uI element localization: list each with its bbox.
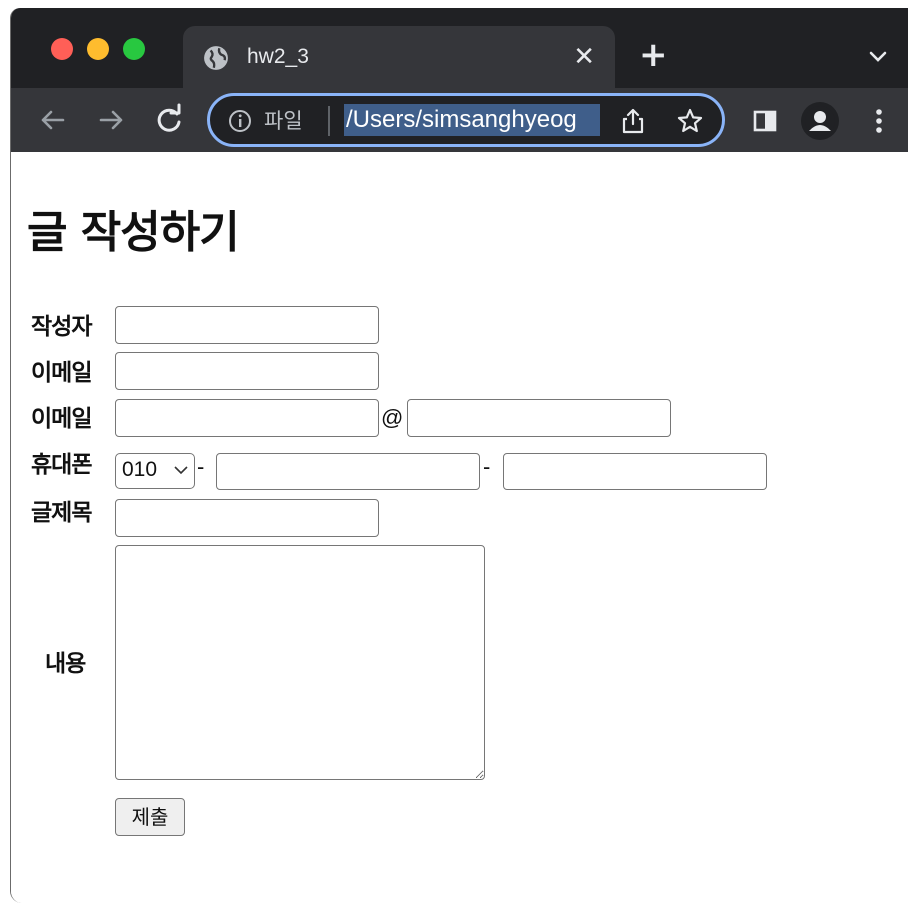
tab-close-icon[interactable]: ✕ bbox=[573, 42, 595, 72]
content-textarea[interactable] bbox=[115, 545, 485, 780]
phone-dash: - bbox=[483, 454, 491, 479]
phone-dash: - bbox=[197, 454, 205, 479]
forward-arrow-icon[interactable] bbox=[93, 102, 129, 138]
phone-prefix-select[interactable]: 010 bbox=[115, 453, 195, 489]
chevron-down-icon[interactable] bbox=[867, 46, 889, 68]
email-at-sign: @ bbox=[381, 405, 404, 430]
email-id-input[interactable] bbox=[115, 399, 379, 437]
page-content: 글 작성하기 작성자 이메일 이메일 @ 휴대폰 010 - - 글제목 내용 … bbox=[11, 152, 908, 903]
profile-avatar-icon[interactable] bbox=[801, 102, 839, 140]
file-scheme-label: 파일 bbox=[264, 109, 303, 133]
author-label: 작성자 bbox=[31, 314, 92, 340]
side-panel-icon[interactable] bbox=[753, 110, 777, 132]
content-label: 내용 bbox=[45, 651, 86, 677]
chevron-down-icon bbox=[174, 466, 188, 475]
bookmark-star-icon[interactable] bbox=[676, 107, 704, 135]
author-input[interactable] bbox=[115, 306, 379, 344]
submit-button[interactable]: 제출 bbox=[115, 798, 185, 836]
tab-title: hw2_3 bbox=[247, 45, 309, 68]
email-input[interactable] bbox=[115, 352, 379, 390]
page-title: 글 작성하기 bbox=[27, 207, 240, 258]
address-bar[interactable]: 파일 /Users/simsanghyeog bbox=[207, 93, 725, 147]
reload-icon[interactable] bbox=[151, 102, 187, 138]
browser-toolbar: 파일 /Users/simsanghyeog bbox=[11, 88, 908, 152]
address-separator bbox=[328, 106, 330, 136]
minimize-window-button[interactable] bbox=[87, 38, 109, 60]
phone-middle-input[interactable] bbox=[216, 453, 480, 490]
maximize-window-button[interactable] bbox=[123, 38, 145, 60]
more-menu-icon[interactable] bbox=[869, 106, 889, 136]
new-tab-button[interactable]: + bbox=[639, 38, 668, 72]
title-label: 글제목 bbox=[31, 500, 92, 526]
post-title-input[interactable] bbox=[115, 499, 379, 537]
close-window-button[interactable] bbox=[51, 38, 73, 60]
phone-last-input[interactable] bbox=[503, 453, 767, 490]
email-domain-input[interactable] bbox=[407, 399, 671, 437]
info-icon[interactable] bbox=[228, 109, 252, 133]
browser-window: hw2_3 ✕ + 파일 /Users/simsanghyeog 글 작성하기 … bbox=[10, 8, 908, 903]
email-split-label: 이메일 bbox=[31, 406, 92, 432]
tab-bar: hw2_3 ✕ + bbox=[11, 8, 908, 88]
share-icon[interactable] bbox=[620, 107, 646, 135]
phone-label: 휴대폰 bbox=[31, 452, 92, 478]
email-label: 이메일 bbox=[31, 360, 92, 386]
url-text[interactable]: /Users/simsanghyeog bbox=[344, 104, 600, 136]
browser-tab[interactable]: hw2_3 ✕ bbox=[183, 26, 615, 88]
globe-icon bbox=[204, 46, 228, 70]
phone-prefix-value: 010 bbox=[122, 458, 158, 481]
back-arrow-icon[interactable] bbox=[35, 102, 71, 138]
